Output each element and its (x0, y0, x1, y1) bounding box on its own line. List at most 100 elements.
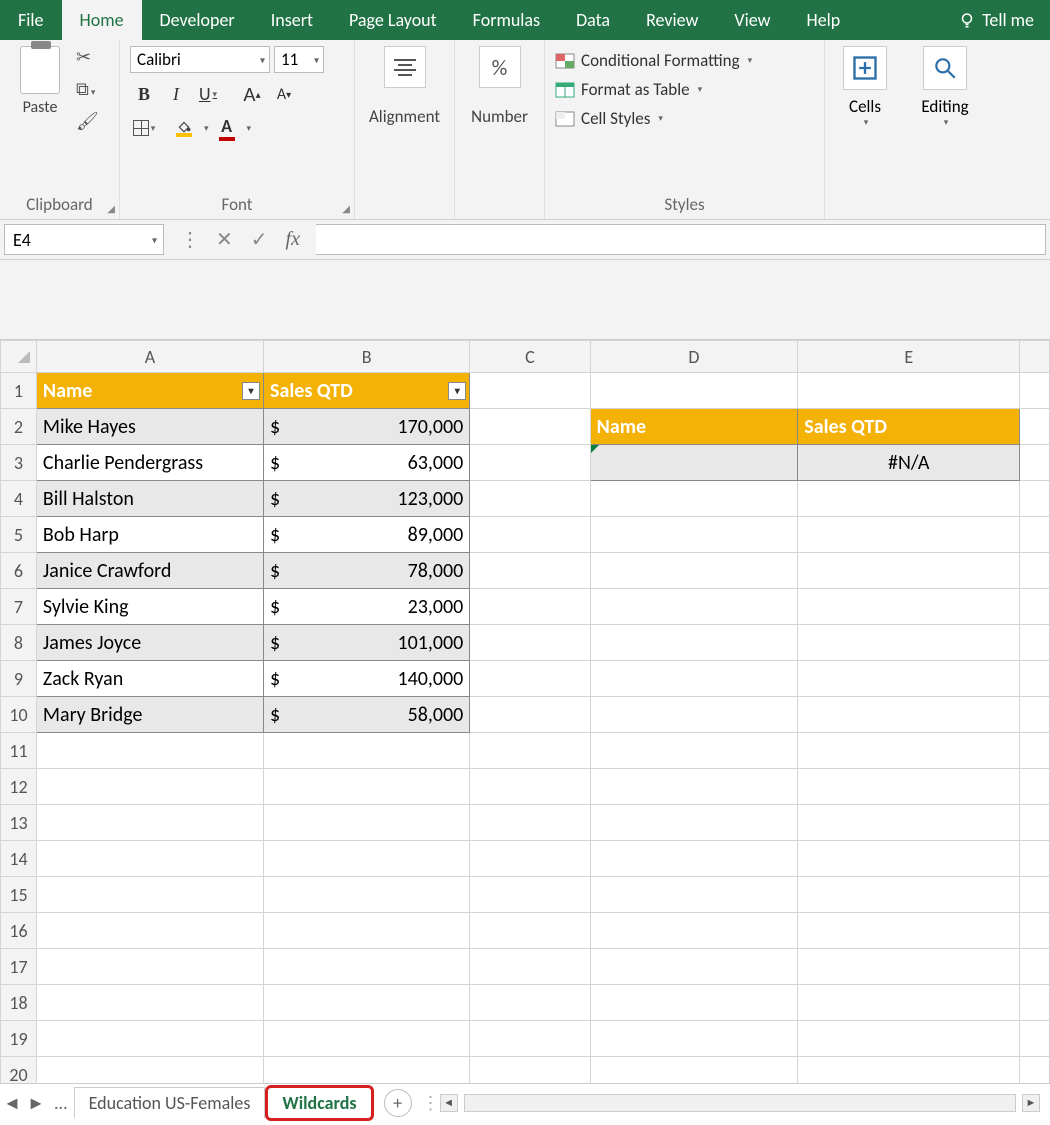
cell[interactable] (1020, 409, 1050, 445)
cell[interactable] (590, 769, 798, 805)
cell[interactable] (264, 877, 470, 913)
cell[interactable] (590, 373, 798, 409)
tab-home[interactable]: Home (62, 0, 142, 40)
cell[interactable] (470, 625, 590, 661)
decrease-font-button[interactable]: A▾ (270, 81, 298, 107)
cell[interactable]: Zack Ryan (36, 661, 263, 697)
cell-styles-button[interactable]: Cell Styles ▾ (555, 108, 814, 129)
cell[interactable] (264, 841, 470, 877)
row-header-18[interactable]: 18 (1, 985, 37, 1021)
add-sheet-button[interactable]: + (384, 1089, 412, 1117)
cell[interactable] (798, 661, 1020, 697)
tab-view[interactable]: View (716, 0, 788, 40)
fx-icon[interactable]: fx (286, 228, 300, 251)
editing-button[interactable]: Editing ▾ (915, 46, 975, 128)
cell[interactable] (590, 625, 798, 661)
cell[interactable] (590, 553, 798, 589)
chevron-down-icon[interactable]: ▾ (204, 123, 209, 134)
cell[interactable] (590, 661, 798, 697)
cell[interactable]: $101,000 (264, 625, 470, 661)
cell[interactable]: Charlie Pendergrass (36, 445, 263, 481)
cell[interactable]: James Joyce (36, 625, 263, 661)
cell[interactable] (36, 1021, 263, 1057)
cell[interactable] (1020, 661, 1050, 697)
spreadsheet-grid[interactable]: A B C D E 1Name▾Sales QTD▾2Mike Hayes$17… (0, 340, 1050, 1093)
cell[interactable] (36, 949, 263, 985)
cell[interactable] (264, 913, 470, 949)
cell[interactable]: Mike Hayes (36, 409, 263, 445)
row-header-16[interactable]: 16 (1, 913, 37, 949)
cell[interactable] (590, 1021, 798, 1057)
paste-button[interactable]: Paste (10, 46, 70, 132)
cell[interactable] (36, 769, 263, 805)
formula-input[interactable] (316, 224, 1046, 255)
cell[interactable]: Sales QTD▾ (264, 373, 470, 409)
cell[interactable]: Mary Bridge (36, 697, 263, 733)
name-box[interactable]: E4 ▾ (4, 224, 164, 255)
alignment-button[interactable] (384, 46, 426, 88)
cell[interactable]: Sylvie King (36, 589, 263, 625)
cell[interactable] (470, 553, 590, 589)
cell[interactable] (590, 445, 798, 481)
cell[interactable]: $63,000 (264, 445, 470, 481)
cell[interactable] (36, 805, 263, 841)
cell[interactable]: $140,000 (264, 661, 470, 697)
cell[interactable] (1020, 373, 1050, 409)
col-header-extra[interactable] (1020, 341, 1050, 373)
cell[interactable] (1020, 841, 1050, 877)
cell[interactable] (590, 949, 798, 985)
sheet-nav-prev[interactable]: ◄ (0, 1092, 24, 1114)
cell[interactable]: Janice Crawford (36, 553, 263, 589)
clipboard-launcher-icon[interactable]: ◢ (107, 202, 115, 215)
borders-button[interactable]: ▾ (130, 115, 158, 141)
enter-icon[interactable]: ✓ (251, 227, 268, 252)
cell[interactable] (36, 985, 263, 1021)
cell[interactable] (1020, 517, 1050, 553)
row-header-11[interactable]: 11 (1, 733, 37, 769)
format-painter-icon[interactable]: 🖌 (76, 110, 99, 132)
format-as-table-button[interactable]: Format as Table ▾ (555, 79, 814, 100)
row-header-14[interactable]: 14 (1, 841, 37, 877)
row-header-10[interactable]: 10 (1, 697, 37, 733)
cell[interactable]: Name▾ (36, 373, 263, 409)
cell[interactable] (36, 733, 263, 769)
cell[interactable]: Bill Halston (36, 481, 263, 517)
tell-me[interactable]: Tell me (942, 0, 1050, 40)
cell[interactable] (470, 589, 590, 625)
number-button[interactable]: % (479, 46, 521, 88)
row-header-12[interactable]: 12 (1, 769, 37, 805)
cell[interactable] (590, 985, 798, 1021)
row-header-19[interactable]: 19 (1, 1021, 37, 1057)
cell[interactable] (798, 769, 1020, 805)
cell[interactable] (470, 769, 590, 805)
filter-icon[interactable]: ▾ (242, 382, 260, 400)
cell[interactable] (798, 1021, 1020, 1057)
cell[interactable] (470, 697, 590, 733)
copy-icon[interactable]: ⧉▾ (76, 78, 99, 100)
cell[interactable] (1020, 877, 1050, 913)
filter-icon[interactable]: ▾ (448, 382, 466, 400)
chevron-down-icon[interactable]: ▾ (247, 123, 252, 134)
tab-help[interactable]: Help (788, 0, 858, 40)
cell[interactable] (470, 409, 590, 445)
cell[interactable]: Name (590, 409, 798, 445)
cell[interactable] (590, 697, 798, 733)
cell[interactable] (470, 661, 590, 697)
row-header-6[interactable]: 6 (1, 553, 37, 589)
increase-font-button[interactable]: A▴ (238, 81, 266, 107)
cell[interactable] (1020, 985, 1050, 1021)
cell[interactable] (1020, 805, 1050, 841)
cell[interactable] (470, 949, 590, 985)
cell[interactable]: $89,000 (264, 517, 470, 553)
row-header-15[interactable]: 15 (1, 877, 37, 913)
cell[interactable] (590, 589, 798, 625)
italic-button[interactable]: I (162, 81, 190, 107)
cell[interactable] (264, 733, 470, 769)
select-all-button[interactable] (1, 341, 37, 373)
cell[interactable] (798, 517, 1020, 553)
tab-file[interactable]: File (0, 0, 62, 40)
row-header-2[interactable]: 2 (1, 409, 37, 445)
cell[interactable] (264, 1021, 470, 1057)
scroll-right-icon[interactable]: ► (1022, 1094, 1040, 1112)
cut-icon[interactable]: ✂ (76, 46, 99, 68)
